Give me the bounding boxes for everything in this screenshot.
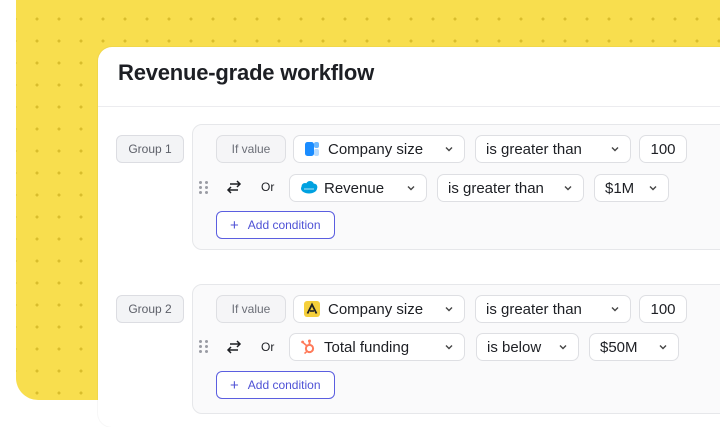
add-condition-label: Add condition <box>247 378 321 392</box>
drag-handle-icon[interactable] <box>199 181 209 195</box>
apollo-logo-icon <box>304 301 320 317</box>
chevron-down-icon <box>444 144 454 154</box>
operator-select[interactable]: is below <box>476 333 579 361</box>
group-1-label[interactable]: Group 1 <box>116 135 184 163</box>
field-select-total-funding[interactable]: Total funding <box>289 333 465 361</box>
field-label: Total funding <box>324 338 410 356</box>
page-title: Revenue-grade workflow <box>118 60 374 85</box>
plus-icon: + <box>230 376 239 394</box>
field-label: Company size <box>328 140 424 158</box>
title-divider <box>98 106 720 107</box>
add-condition-button[interactable]: + Add condition <box>216 371 335 399</box>
chevron-down-icon <box>658 342 668 352</box>
operator-label: is greater than <box>486 300 582 318</box>
field-label: Company size <box>328 300 424 318</box>
value-label: $50M <box>600 338 638 356</box>
add-condition-button[interactable]: + Add condition <box>216 211 335 239</box>
value-label: $1M <box>605 179 635 197</box>
swap-arrows-icon[interactable] <box>224 339 244 355</box>
operator-label: is greater than <box>486 140 582 158</box>
salesforce-logo-icon <box>300 180 318 196</box>
group-2-label[interactable]: Group 2 <box>116 295 184 323</box>
value-select[interactable]: $1M <box>594 174 669 202</box>
field-label: Revenue <box>324 179 385 197</box>
value-select[interactable]: $50M <box>589 333 679 361</box>
chevron-down-icon <box>558 342 568 352</box>
operator-select[interactable]: is greater than <box>475 135 631 163</box>
swap-arrows-icon[interactable] <box>224 179 244 195</box>
field-select-revenue[interactable]: Revenue <box>289 174 427 202</box>
or-joiner[interactable]: Or <box>261 340 274 354</box>
chevron-down-icon <box>563 183 573 193</box>
drag-handle-icon[interactable] <box>199 340 209 354</box>
plus-icon: + <box>230 216 239 234</box>
chevron-down-icon <box>648 183 658 193</box>
operator-label: is below <box>487 338 542 356</box>
or-joiner[interactable]: Or <box>261 180 274 194</box>
operator-select[interactable]: is greater than <box>437 174 584 202</box>
if-value-label: If value <box>216 135 286 163</box>
chevron-down-icon <box>444 304 454 314</box>
chevron-down-icon <box>406 183 416 193</box>
if-value-label: If value <box>216 295 286 323</box>
field-select-company-size[interactable]: Company size <box>293 295 465 323</box>
clearbit-logo-icon <box>304 141 320 157</box>
operator-select[interactable]: is greater than <box>475 295 631 323</box>
field-select-company-size[interactable]: Company size <box>293 135 465 163</box>
chevron-down-icon <box>610 304 620 314</box>
operator-label: is greater than <box>448 179 544 197</box>
add-condition-label: Add condition <box>247 218 321 232</box>
hubspot-logo-icon <box>300 339 316 355</box>
chevron-down-icon <box>610 144 620 154</box>
value-input[interactable]: 100 <box>639 135 687 163</box>
chevron-down-icon <box>444 342 454 352</box>
value-input[interactable]: 100 <box>639 295 687 323</box>
